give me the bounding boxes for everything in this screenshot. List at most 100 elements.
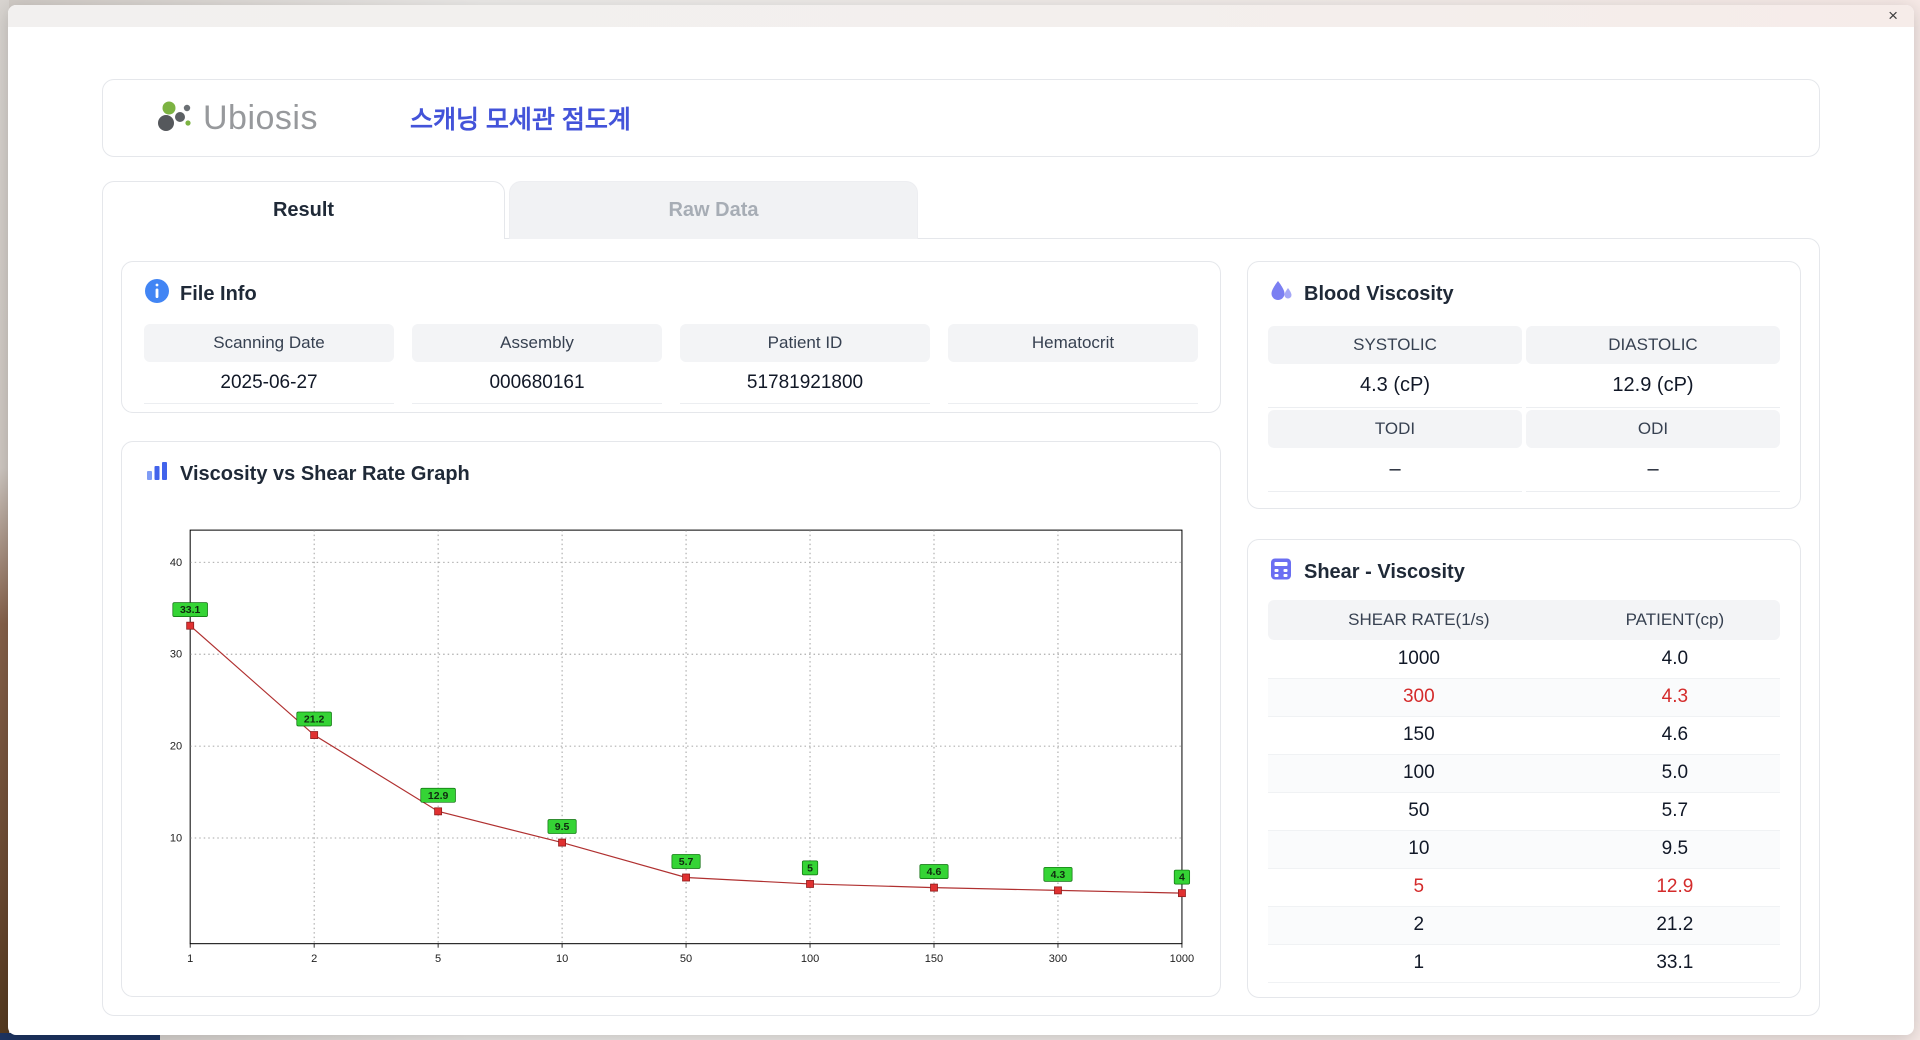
table-header-row: SHEAR RATE(1/s) PATIENT(cp) [1268, 600, 1780, 640]
cell-shear-rate: 100 [1268, 754, 1570, 792]
file-field-label: Patient ID [680, 324, 930, 362]
table-row: 133.1 [1268, 944, 1780, 982]
table-row: 221.2 [1268, 906, 1780, 944]
viscosity-shear-rate-plot: 102030401251050100150300100033.121.212.9… [144, 500, 1198, 982]
svg-text:40: 40 [170, 557, 182, 569]
cell-shear-rate: 10 [1268, 830, 1570, 868]
shear-viscosity-card: Shear - Viscosity SHEAR RATE(1/s) PATIEN… [1247, 539, 1801, 998]
svg-text:10: 10 [556, 953, 568, 965]
file-field: Patient ID51781921800 [680, 324, 930, 404]
shear-viscosity-table: SHEAR RATE(1/s) PATIENT(cp) 10004.03004.… [1268, 600, 1780, 983]
col-shear-rate: SHEAR RATE(1/s) [1268, 600, 1570, 640]
graph-title-row: Viscosity vs Shear Rate Graph [144, 458, 1198, 490]
cell-patient: 9.5 [1570, 830, 1780, 868]
blood-viscosity-title: Blood Viscosity [1304, 283, 1454, 306]
app-window: × Ubiosis 스캐닝 모세관 점도계 [8, 5, 1914, 1035]
cell-patient: 5.7 [1570, 792, 1780, 830]
svg-text:150: 150 [925, 953, 943, 965]
blood-viscosity-card: Blood Viscosity SYSTOLICDIASTOLIC4.3 (cP… [1247, 261, 1801, 509]
col-patient: PATIENT(cp) [1570, 600, 1780, 640]
file-field-value [948, 362, 1198, 404]
svg-text:9.5: 9.5 [555, 821, 570, 833]
file-info-title-row: File Info [144, 278, 1198, 310]
table-row: 3004.3 [1268, 678, 1780, 716]
blood-label: SYSTOLIC [1268, 326, 1522, 364]
table-icon [1268, 556, 1294, 588]
tab-result-label: Result [273, 199, 334, 222]
file-info-title: File Info [180, 283, 257, 306]
svg-text:300: 300 [1049, 953, 1067, 965]
svg-text:30: 30 [170, 649, 182, 661]
cell-patient: 33.1 [1570, 944, 1780, 982]
svg-text:5.7: 5.7 [679, 856, 694, 868]
header-card: Ubiosis 스캐닝 모세관 점도계 [102, 79, 1820, 157]
svg-text:1000: 1000 [1170, 953, 1195, 965]
table-row: 109.5 [1268, 830, 1780, 868]
svg-text:50: 50 [680, 953, 692, 965]
cell-shear-rate: 2 [1268, 906, 1570, 944]
svg-text:4.6: 4.6 [927, 866, 942, 878]
right-column: Blood Viscosity SYSTOLICDIASTOLIC4.3 (cP… [1247, 261, 1801, 993]
cell-patient: 5.0 [1570, 754, 1780, 792]
cell-shear-rate: 300 [1268, 678, 1570, 716]
cell-shear-rate: 150 [1268, 716, 1570, 754]
close-icon[interactable]: × [1884, 6, 1902, 26]
svg-text:4: 4 [1179, 872, 1185, 884]
blood-value: 12.9 (cP) [1526, 364, 1780, 408]
page-title: 스캐닝 모세관 점도계 [410, 100, 631, 136]
cell-patient: 4.0 [1570, 640, 1780, 678]
viscosity-chart: 102030401251050100150300100033.121.212.9… [144, 500, 1198, 982]
logo-text: Ubiosis [203, 99, 318, 138]
result-panel: File Info Scanning Date2025-06-27 Assembl… [102, 238, 1820, 1016]
shear-viscosity-title: Shear - Viscosity [1304, 561, 1465, 584]
blood-value: – [1268, 448, 1522, 492]
svg-text:1: 1 [187, 953, 193, 965]
left-column: File Info Scanning Date2025-06-27 Assembl… [121, 261, 1221, 993]
blood-value: 4.3 (cP) [1268, 364, 1522, 408]
file-field-value: 000680161 [412, 362, 662, 404]
blood-viscosity-grid: SYSTOLICDIASTOLIC4.3 (cP)12.9 (cP)TODIOD… [1268, 324, 1780, 492]
app-logo: Ubiosis [155, 95, 318, 142]
berries-logo-icon [155, 95, 197, 142]
cell-shear-rate: 50 [1268, 792, 1570, 830]
table-row: 512.9 [1268, 868, 1780, 906]
svg-text:100: 100 [801, 953, 819, 965]
cell-shear-rate: 1000 [1268, 640, 1570, 678]
svg-text:20: 20 [170, 741, 182, 753]
tab-raw-data[interactable]: Raw Data [509, 181, 918, 239]
file-field-value: 2025-06-27 [144, 362, 394, 404]
shear-viscosity-title-row: Shear - Viscosity [1268, 556, 1780, 588]
tab-result[interactable]: Result [102, 181, 505, 239]
blood-label: TODI [1268, 410, 1522, 448]
svg-text:21.2: 21.2 [304, 714, 325, 726]
blood-viscosity-title-row: Blood Viscosity [1268, 278, 1780, 310]
file-info-fields: Scanning Date2025-06-27 Assembly000680161… [144, 324, 1198, 404]
table-row: 10004.0 [1268, 640, 1780, 678]
cell-shear-rate: 5 [1268, 868, 1570, 906]
graph-title: Viscosity vs Shear Rate Graph [180, 463, 470, 486]
table-row: 1504.6 [1268, 716, 1780, 754]
droplet-icon [1268, 278, 1294, 310]
file-field-label: Hematocrit [948, 324, 1198, 362]
info-icon [144, 278, 170, 310]
file-field: Scanning Date2025-06-27 [144, 324, 394, 404]
file-info-card: File Info Scanning Date2025-06-27 Assembl… [121, 261, 1221, 413]
cell-shear-rate: 1 [1268, 944, 1570, 982]
blood-value: – [1526, 448, 1780, 492]
bar-chart-icon [144, 458, 170, 490]
table-row: 505.7 [1268, 792, 1780, 830]
svg-text:12.9: 12.9 [428, 790, 449, 802]
svg-text:4.3: 4.3 [1051, 869, 1066, 881]
tab-raw-data-label: Raw Data [668, 199, 758, 222]
tab-bar: Result Raw Data [102, 181, 1820, 239]
title-bar: × [8, 5, 1914, 27]
file-field: Hematocrit [948, 324, 1198, 404]
graph-card: Viscosity vs Shear Rate Graph 1020304012… [121, 441, 1221, 997]
cell-patient: 4.3 [1570, 678, 1780, 716]
svg-text:5: 5 [435, 953, 441, 965]
file-field-label: Scanning Date [144, 324, 394, 362]
cell-patient: 4.6 [1570, 716, 1780, 754]
svg-text:5: 5 [807, 862, 813, 874]
cell-patient: 21.2 [1570, 906, 1780, 944]
file-field-label: Assembly [412, 324, 662, 362]
